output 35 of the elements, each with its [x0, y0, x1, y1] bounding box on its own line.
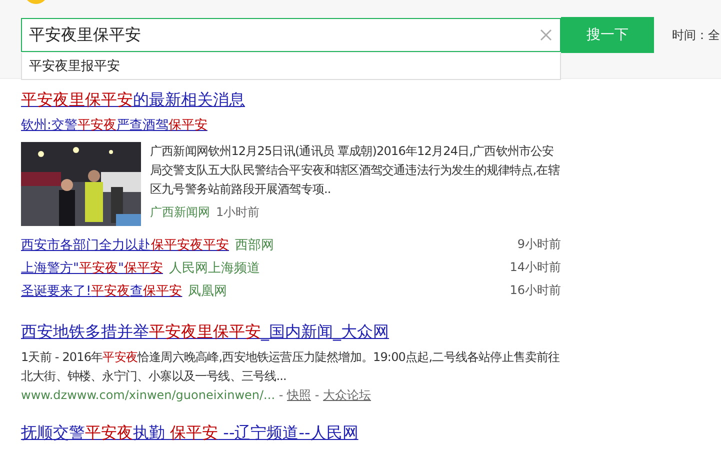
keyword-text[interactable]: 保平安夜平安 [151, 238, 229, 252]
keyword-text[interactable]: 保平安 [168, 118, 208, 133]
clear-icon[interactable] [540, 29, 552, 41]
news-source: 西部网 [235, 236, 274, 254]
news-time: 16小时前 [510, 282, 561, 299]
news-snippet: 广西新闻网钦州12月25日讯(通讯员 覃成朝)2016年12月24日,广西钦州市公安局交警支队五大队民警结合平安夜和辖区酒驾交通违法行为发生的规律特点,在辖区九号警务站前路段开展酒驾专项.. [150, 143, 560, 198]
news-source: 广西新闻网 [150, 205, 210, 219]
link-text[interactable]: 上海警方" [21, 260, 79, 276]
keyword-text[interactable]: 平安夜 [78, 260, 118, 276]
separator-text: - [314, 388, 320, 402]
news-time: 9小时前 [517, 236, 561, 253]
news-time: 1小时前 [216, 205, 260, 219]
suggestion-item[interactable]: 平安夜里报平安 [22, 53, 560, 79]
keyword-text[interactable]: 平安夜 [85, 423, 133, 442]
result-url: www.dzwww.com/xinwen/guoneixinwen/... [21, 388, 276, 402]
search-field[interactable]: 平安夜里保平安 [21, 18, 561, 52]
forum-link[interactable]: 大众论坛 [323, 388, 372, 402]
link-text[interactable]: 严查酒驾 [116, 118, 168, 133]
keyword-text[interactable]: 平安夜 [91, 284, 130, 298]
result-snippet: 1天前 - 2016年平安夜恰逢周六晚高峰,西安地铁运营压力陡然增加。19:00点起,二号线各站停止售卖前往北大街、钟楼、永宁门、小寨以及一号线、三号线... [21, 349, 561, 385]
separator-text: - [278, 388, 284, 402]
time-filter[interactable]: 时间：全 [672, 26, 720, 44]
snapshot-link[interactable]: 快照 [287, 388, 312, 402]
news-time: 14小时前 [510, 259, 561, 276]
news-source: 人民网上海频道 [168, 260, 260, 276]
news-source: 凤凰网 [188, 282, 228, 300]
link-text[interactable]: 查 [130, 284, 144, 298]
link-text[interactable]: " [118, 260, 124, 276]
keyword-text[interactable]: 平安夜 [77, 118, 116, 133]
keyword-text[interactable]: 保平安 [124, 260, 163, 276]
keyword-text[interactable]: 保平安 [143, 284, 182, 298]
link-text[interactable]: 圣诞要来了! [21, 284, 92, 298]
keyword-text[interactable]: 平安夜里保平安 [21, 90, 133, 109]
keyword-text[interactable]: 保平安 [170, 423, 218, 442]
keyword-text[interactable]: 平安夜里保平安 [149, 322, 261, 341]
